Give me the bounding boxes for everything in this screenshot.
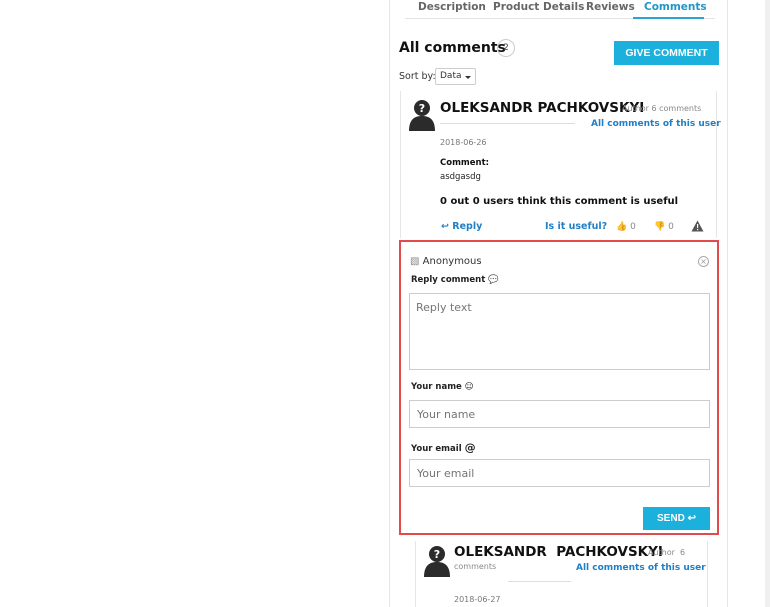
- speech-bubble-icon: 💬: [488, 275, 499, 285]
- like-count: 0: [630, 222, 636, 232]
- comment-date: 2018-06-27: [454, 595, 501, 604]
- give-comment-button[interactable]: GIVE COMMENT: [614, 41, 719, 65]
- author-underline: [508, 581, 571, 582]
- comment-label: Comment:: [440, 158, 490, 168]
- reply-user-name: Anonymous: [422, 256, 482, 267]
- thumbs-up-icon: 👍: [616, 222, 628, 232]
- report-warning-icon[interactable]: [691, 220, 704, 232]
- comment-author-meta-2: comments: [454, 562, 497, 571]
- sort-label: Sort by:: [399, 71, 436, 82]
- user-avatar-icon: ?: [409, 100, 435, 131]
- comments-title: All comments: [399, 40, 506, 56]
- reply-link-label: Reply: [452, 221, 483, 232]
- your-email-label: Your email @: [411, 441, 476, 454]
- comment-text: asdgasdg: [440, 172, 481, 182]
- dislike-count: 0: [668, 222, 674, 232]
- send-button-label: SEND: [657, 513, 685, 524]
- email-input[interactable]: [409, 459, 710, 487]
- is-useful-label: Is it useful?: [545, 221, 608, 232]
- name-input[interactable]: [409, 400, 710, 428]
- sort-select[interactable]: Data: [435, 68, 476, 85]
- user-circle-icon: ☺: [464, 382, 474, 392]
- reply-comment-label-text: Reply comment: [411, 275, 486, 285]
- send-button[interactable]: SEND ↩: [643, 507, 710, 530]
- tab-reviews[interactable]: Reviews: [586, 1, 635, 13]
- close-reply-form-icon[interactable]: ×: [698, 256, 709, 267]
- author-underline: [440, 123, 575, 124]
- reply-arrow-icon: ↩: [441, 221, 449, 232]
- sort-select-value: Data: [440, 71, 462, 81]
- active-tab-indicator: [633, 17, 704, 19]
- all-comments-of-user-link[interactable]: All comments of this user: [591, 119, 721, 129]
- reply-arrow-icon: ↩: [687, 513, 696, 524]
- useful-summary: 0 out 0 users think this comment is usef…: [440, 196, 679, 207]
- tab-product-details[interactable]: Product Details: [493, 1, 584, 13]
- dislike-button[interactable]: 👎 0: [654, 222, 674, 232]
- reply-comment-label: Reply comment 💬: [411, 275, 499, 285]
- svg-text:?: ?: [419, 102, 425, 115]
- thumbs-down-icon: 👎: [654, 222, 666, 232]
- page-scrollbar[interactable]: [765, 0, 770, 607]
- your-email-label-text: Your email: [411, 444, 462, 454]
- caret-down-icon: [465, 76, 471, 79]
- svg-text:?: ?: [434, 548, 440, 561]
- user-avatar-icon: ?: [424, 546, 450, 577]
- all-comments-of-user-link[interactable]: All comments of this user: [576, 563, 706, 573]
- at-sign-icon: @: [464, 441, 476, 454]
- comment-author-name: OLEKSANDR PACHKOVSKYI: [454, 544, 663, 560]
- anonymous-user-icon: ▧: [410, 256, 420, 267]
- comment-author-meta: Author 6 comments: [622, 104, 702, 113]
- content-right-border: [727, 0, 728, 607]
- content-left-border: [389, 0, 390, 607]
- tab-description[interactable]: Description: [418, 1, 486, 13]
- reply-user: ▧ Anonymous: [410, 256, 482, 267]
- like-button[interactable]: 👍 0: [616, 222, 636, 232]
- reply-text-input[interactable]: [409, 293, 710, 370]
- your-name-label-text: Your name: [411, 382, 462, 392]
- comments-count-badge: 2: [497, 39, 515, 57]
- comment-author-name: OLEKSANDR PACHKOVSKYI: [440, 100, 645, 116]
- comment-date: 2018-06-26: [440, 138, 487, 147]
- your-name-label: Your name ☺: [411, 382, 474, 392]
- reply-link[interactable]: ↩ Reply: [441, 221, 482, 232]
- comment-author-meta: Author 6: [648, 548, 686, 557]
- tab-comments[interactable]: Comments: [644, 1, 707, 13]
